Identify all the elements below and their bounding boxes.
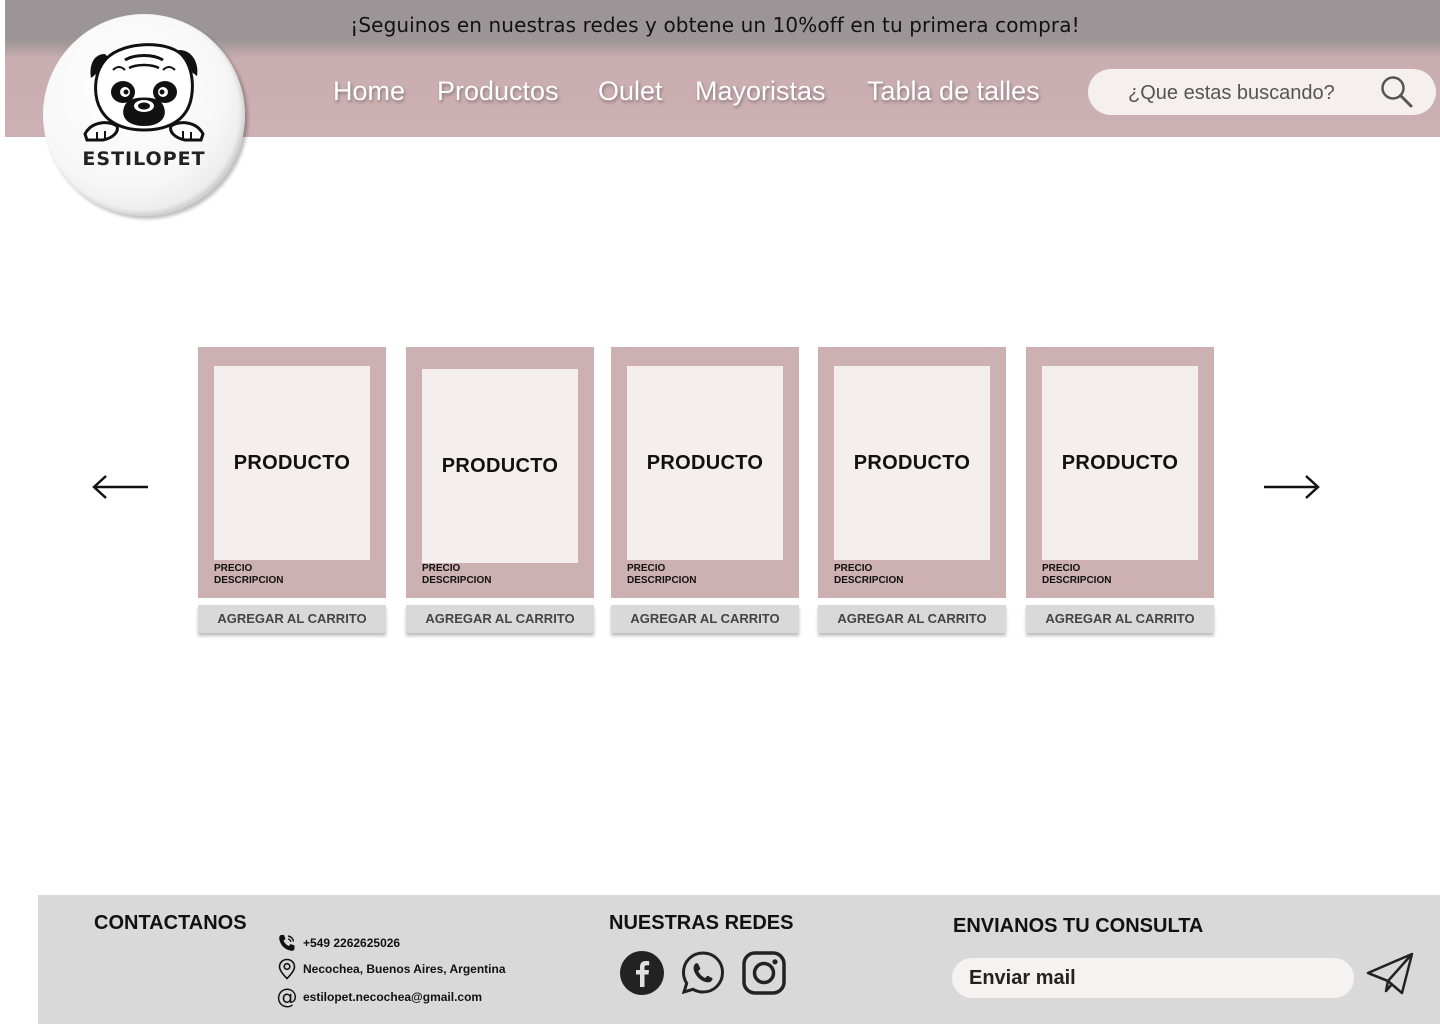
contact-email-text: estilopet.necochea@gmail.com bbox=[303, 990, 483, 1004]
contact-phone[interactable]: +549 2262625026 bbox=[276, 933, 400, 953]
promo-banner-text: ¡Seguinos en nuestras redes y obtene un … bbox=[350, 13, 1080, 37]
contact-address: Necochea, Buenos Aires, Argentina bbox=[276, 958, 506, 980]
footer: CONTACTANOS +549 2262625026 Necochea, Bu… bbox=[38, 895, 1440, 1024]
product-description: DESCRIPCION bbox=[214, 575, 284, 586]
nav-item-outlet[interactable]: Oulet bbox=[598, 76, 663, 107]
product-price: PRECIO bbox=[834, 563, 873, 574]
product-description: DESCRIPCION bbox=[627, 575, 697, 586]
product-card[interactable]: PRODUCTO PRECIO DESCRIPCION bbox=[406, 347, 594, 598]
inquiry-title: ENVIANOS TU CONSULTA bbox=[953, 915, 1204, 937]
brand-name: ESTILOPET bbox=[82, 148, 206, 170]
product-image[interactable]: PRODUCTO bbox=[422, 369, 578, 563]
product-image[interactable]: PRODUCTO bbox=[834, 366, 990, 560]
add-to-cart-button[interactable]: AGREGAR AL CARRITO bbox=[198, 605, 386, 633]
product-card[interactable]: PRODUCTO PRECIO DESCRIPCION bbox=[818, 347, 1006, 598]
search-icon[interactable] bbox=[1380, 75, 1414, 109]
product-price: PRECIO bbox=[627, 563, 666, 574]
add-to-cart-button[interactable]: AGREGAR AL CARRITO bbox=[611, 605, 799, 633]
contact-title: CONTACTANOS bbox=[94, 912, 247, 934]
product-title: PRODUCTO bbox=[646, 451, 764, 474]
product-description: DESCRIPCION bbox=[834, 575, 904, 586]
product-title: PRODUCTO bbox=[853, 451, 971, 474]
add-to-cart-button[interactable]: AGREGAR AL CARRITO bbox=[818, 605, 1006, 633]
nav-item-productos[interactable]: Productos bbox=[437, 76, 559, 107]
brand-logo[interactable]: ESTILOPET bbox=[43, 14, 245, 216]
search-bar bbox=[1088, 69, 1436, 115]
nav-item-home[interactable]: Home bbox=[333, 76, 405, 107]
arrow-left-icon[interactable] bbox=[90, 470, 150, 504]
email-input[interactable] bbox=[952, 958, 1354, 998]
product-title: PRODUCTO bbox=[233, 451, 351, 474]
product-price: PRECIO bbox=[214, 563, 253, 574]
product-description: DESCRIPCION bbox=[1042, 575, 1112, 586]
whatsapp-icon[interactable] bbox=[680, 950, 726, 996]
paper-plane-icon[interactable] bbox=[1366, 951, 1416, 997]
nav-item-mayoristas[interactable]: Mayoristas bbox=[695, 76, 826, 107]
product-image[interactable]: PRODUCTO bbox=[627, 366, 783, 560]
product-card[interactable]: PRODUCTO PRECIO DESCRIPCION bbox=[1026, 347, 1214, 598]
product-image[interactable]: PRODUCTO bbox=[1042, 366, 1198, 560]
social-title: NUESTRAS REDES bbox=[609, 912, 794, 934]
product-price: PRECIO bbox=[422, 563, 461, 574]
at-sign-icon: @ bbox=[276, 985, 298, 1009]
add-to-cart-button[interactable]: AGREGAR AL CARRITO bbox=[406, 605, 594, 633]
arrow-right-icon[interactable] bbox=[1262, 470, 1322, 504]
phone-icon bbox=[276, 932, 298, 954]
product-price: PRECIO bbox=[1042, 563, 1081, 574]
contact-address-text: Necochea, Buenos Aires, Argentina bbox=[303, 962, 506, 976]
product-title: PRODUCTO bbox=[441, 454, 559, 477]
pug-icon bbox=[83, 36, 205, 146]
add-to-cart-button[interactable]: AGREGAR AL CARRITO bbox=[1026, 605, 1214, 633]
nav-item-tabla-de-talles[interactable]: Tabla de talles bbox=[867, 76, 1040, 107]
location-pin-icon bbox=[276, 958, 298, 980]
search-input[interactable] bbox=[1126, 78, 1380, 108]
instagram-icon[interactable] bbox=[741, 950, 787, 996]
product-card[interactable]: PRODUCTO PRECIO DESCRIPCION bbox=[611, 347, 799, 598]
product-description: DESCRIPCION bbox=[422, 575, 492, 586]
contact-email[interactable]: @ estilopet.necochea@gmail.com bbox=[276, 985, 483, 1009]
facebook-icon[interactable] bbox=[619, 950, 665, 996]
product-title: PRODUCTO bbox=[1061, 451, 1179, 474]
contact-phone-text: +549 2262625026 bbox=[303, 936, 401, 950]
product-card[interactable]: PRODUCTO PRECIO DESCRIPCION bbox=[198, 347, 386, 598]
product-image[interactable]: PRODUCTO bbox=[214, 366, 370, 560]
